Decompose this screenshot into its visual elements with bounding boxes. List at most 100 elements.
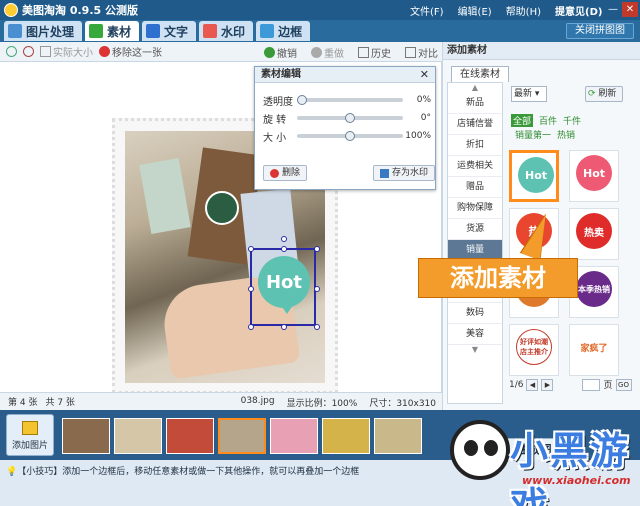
undo-button[interactable]: 撤销 (264, 45, 297, 60)
delete-button[interactable]: 删除 (263, 165, 308, 181)
text-icon (146, 24, 161, 38)
material-editor-dialog: 素材编辑 ✕ 透明度 0% 旋 转 0° 大 小 100% 删除 存为水印 (254, 66, 436, 190)
close-icon[interactable]: ✕ (622, 2, 638, 17)
tip-text: 💡【小技巧】添加一个边框后，移动任意素材或做一下其他操作，就可以再叠加一个边框 (6, 467, 360, 477)
border-icon (260, 24, 275, 38)
category-item[interactable]: 赠品 (448, 177, 502, 198)
tab-text[interactable]: 文字 (142, 21, 197, 41)
redo-icon (311, 47, 322, 58)
menu-bar: 文件(F) 编辑(E) 帮助(H) 提意见(D) (410, 3, 602, 18)
thumbnail[interactable] (62, 418, 110, 454)
material-item-selected[interactable]: Hot (509, 150, 559, 202)
material-item[interactable]: 好评如潮 店主推介 (509, 324, 559, 376)
thumbnail[interactable] (322, 418, 370, 454)
menu-file[interactable]: 文件(F) (410, 3, 444, 18)
scroll-up-icon[interactable]: ▲ (448, 83, 502, 93)
add-picture-icon (22, 421, 38, 435)
page-input[interactable] (582, 378, 601, 391)
filter-top-sales[interactable]: 销量第一 (515, 128, 551, 141)
resize-handle[interactable] (314, 246, 320, 252)
minimize-icon[interactable]: — (605, 2, 621, 17)
rotate-slider[interactable] (297, 113, 403, 123)
material-item[interactable]: Hot (569, 150, 619, 202)
category-item[interactable]: 货源 (448, 219, 502, 240)
window-controls: — ✕ (605, 2, 638, 17)
thumbnail[interactable] (166, 418, 214, 454)
selected-sticker[interactable]: Hot (248, 236, 320, 330)
tab-watermark[interactable]: 水印 (199, 21, 254, 41)
zoom-out-button[interactable] (23, 46, 34, 57)
resize-handle[interactable] (248, 286, 254, 292)
close-collage-button[interactable]: 关闭拼图图 (566, 23, 634, 39)
resize-handle[interactable] (314, 286, 320, 292)
size-slider[interactable] (297, 131, 403, 141)
menu-edit[interactable]: 编辑(E) (458, 3, 492, 18)
category-item[interactable]: 店铺信誉 (448, 114, 502, 135)
filter-thousand[interactable]: 千件 (563, 114, 581, 127)
compare-button[interactable]: 对比 (405, 45, 438, 60)
resize-handle[interactable] (314, 324, 320, 330)
history-icon (358, 47, 369, 58)
zoom-in-icon (6, 46, 17, 57)
rotate-handle[interactable] (281, 236, 287, 242)
menu-feedback[interactable]: 提意见(D) (555, 3, 602, 18)
rotate-slider-thumb[interactable] (345, 113, 355, 123)
thumbnail-selected[interactable] (218, 418, 266, 454)
editor-close-icon[interactable]: ✕ (420, 67, 429, 83)
tab-online-material[interactable]: 在线素材 (451, 66, 509, 82)
go-button[interactable]: GO (615, 378, 632, 391)
filter-hot-sale[interactable]: 热销 (557, 128, 575, 141)
category-item[interactable]: 新品 (448, 93, 502, 114)
actual-size-button[interactable]: 实际大小 (40, 44, 93, 59)
material-item[interactable]: 家疯了 (569, 324, 619, 376)
refresh-button[interactable]: ⟳ 刷新 (585, 86, 623, 102)
thumbnail[interactable] (374, 418, 422, 454)
undo-icon (264, 47, 275, 58)
category-item[interactable]: 美容 (448, 324, 502, 345)
add-picture-button[interactable]: 添加图片 (6, 414, 54, 456)
editor-title: 素材编辑 ✕ (255, 67, 435, 83)
resize-handle[interactable] (281, 246, 287, 252)
tab-border[interactable]: 边框 (256, 21, 311, 41)
material-icon (89, 24, 104, 38)
thumbnail[interactable] (270, 418, 318, 454)
category-item[interactable]: 运费相关 (448, 156, 502, 177)
tab-material[interactable]: 素材 (85, 21, 140, 41)
next-page-icon[interactable]: ▶ (541, 378, 554, 391)
panda-logo-icon (450, 420, 510, 480)
tab-image-processing[interactable]: 图片处理 (4, 21, 83, 41)
history-button[interactable]: 历史 (358, 45, 391, 60)
prev-page-icon[interactable]: ◀ (526, 378, 539, 391)
category-item[interactable]: 数码 (448, 303, 502, 324)
opacity-slider-thumb[interactable] (297, 95, 307, 105)
display-ratio: 显示比例：100% (286, 399, 358, 409)
category-item[interactable]: 购物保障 (448, 198, 502, 219)
status-bar: 第 4 张 共 7 张 038.jpg 显示比例：100% 尺寸：310x310 (0, 392, 442, 410)
filter-all[interactable]: 全部 (511, 114, 534, 127)
image-icon (8, 24, 22, 38)
title-bar: 美图淘淘 0.9.5 公测版 文件(F) 编辑(E) 帮助(H) 提意见(D) … (0, 0, 640, 20)
redo-button[interactable]: 重做 (311, 45, 344, 60)
remove-one-button[interactable]: 移除这一张 (99, 44, 162, 59)
category-item[interactable]: 折扣 (448, 135, 502, 156)
scroll-down-icon[interactable]: ▼ (448, 345, 502, 355)
resize-handle[interactable] (248, 324, 254, 330)
menu-help[interactable]: 帮助(H) (506, 3, 541, 18)
resize-handle[interactable] (281, 324, 287, 330)
resize-handle[interactable] (248, 246, 254, 252)
filter-row: 全部 百件 千件 (511, 114, 581, 127)
material-item[interactable]: 热卖 (569, 208, 619, 260)
filter-row-2: 销量第一 热销 (515, 128, 575, 141)
pager: 1/6 ◀ ▶ 页 GO (509, 378, 632, 391)
zoom-in-button[interactable] (6, 46, 17, 57)
save-as-watermark-button[interactable]: 存为水印 (373, 165, 435, 181)
filter-hundred[interactable]: 百件 (539, 114, 557, 127)
thumbnail[interactable] (114, 418, 162, 454)
hot-sticker: Hot (258, 256, 310, 308)
sort-select[interactable]: 最新 ▾ (511, 86, 547, 102)
opacity-slider[interactable] (297, 95, 403, 105)
app-title: 美图淘淘 0.9.5 公测版 (22, 4, 138, 17)
filename: 038.jpg (240, 396, 275, 406)
watermark-icon (203, 24, 218, 38)
size-slider-thumb[interactable] (345, 131, 355, 141)
